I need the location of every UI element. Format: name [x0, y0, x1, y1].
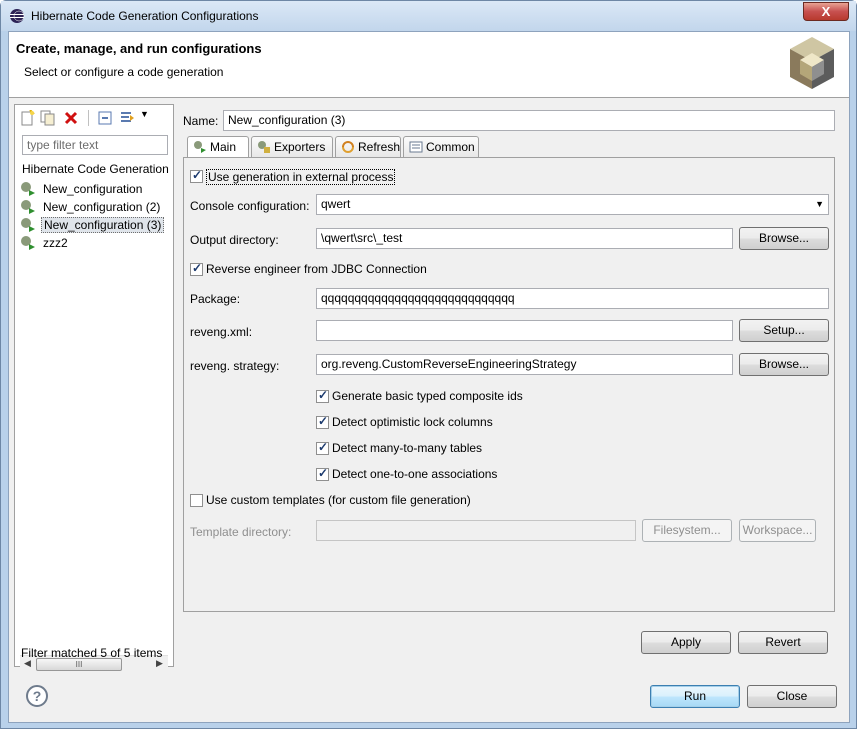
refresh-tab-icon — [342, 141, 354, 153]
template-directory-label: Template directory: — [190, 525, 292, 539]
common-tab-icon — [409, 141, 423, 153]
filter-icon[interactable] — [119, 110, 135, 126]
use-external-process-checkbox[interactable] — [190, 168, 203, 183]
package-field[interactable]: qqqqqqqqqqqqqqqqqqqqqqqqqqqqq — [316, 288, 829, 309]
tree-item-new-configuration-3[interactable]: New_configuration (3) — [20, 216, 170, 234]
config-icon — [21, 200, 35, 214]
one-to-one-label[interactable]: Detect one-to-one associations — [332, 467, 497, 481]
many-to-many-checkbox[interactable] — [316, 440, 329, 455]
reveng-xml-field[interactable] — [316, 320, 733, 341]
dropdown-arrow-icon[interactable]: ▼ — [140, 109, 156, 125]
output-directory-field[interactable]: \qwert\src\_test — [316, 228, 733, 249]
tab-main[interactable]: Main — [187, 136, 249, 159]
collapse-all-icon[interactable] — [97, 110, 113, 126]
dialog-header: Create, manage, and run configurations S… — [9, 32, 849, 98]
filter-input[interactable] — [22, 135, 168, 155]
apply-button[interactable]: Apply — [641, 631, 731, 654]
reverse-engineer-label[interactable]: Reverse engineer from JDBC Connection — [206, 262, 427, 276]
toolbar-separator — [88, 110, 89, 126]
template-directory-field[interactable] — [316, 520, 636, 541]
eclipse-app-icon — [10, 9, 25, 23]
console-configuration-select[interactable]: qwert ▼ — [316, 194, 829, 215]
tree-root-hibernate-code-generation[interactable]: Hibernate Code Generation — [22, 162, 169, 176]
config-tabs: Main Exporters Refresh Common — [183, 136, 843, 159]
tree-item-zzz2[interactable]: zzz2 — [20, 234, 170, 252]
tab-common[interactable]: Common — [403, 136, 479, 158]
name-input[interactable]: New_configuration (3) — [223, 110, 835, 131]
help-icon[interactable]: ? — [26, 685, 48, 707]
dialog-client-area: Create, manage, and run configurations S… — [8, 31, 850, 723]
optimistic-lock-label[interactable]: Detect optimistic lock columns — [332, 415, 493, 429]
console-configuration-label: Console configuration: — [190, 199, 310, 213]
composite-ids-checkbox[interactable] — [316, 388, 329, 403]
reveng-strategy-field[interactable]: org.reveng.CustomReverseEngineeringStrat… — [316, 354, 733, 375]
optimistic-lock-checkbox[interactable] — [316, 414, 329, 429]
filter-status-text: Filter matched 5 of 5 items — [21, 646, 163, 660]
title-bar[interactable]: Hibernate Code Generation Configurations… — [1, 1, 856, 31]
close-button[interactable]: Close — [747, 685, 837, 708]
main-tab-content: Use generation in external process Conso… — [183, 157, 835, 612]
main-tab-icon — [194, 141, 206, 153]
custom-templates-checkbox[interactable] — [190, 494, 203, 507]
custom-templates-label[interactable]: Use custom templates (for custom file ge… — [206, 493, 471, 507]
setup-button[interactable]: Setup... — [739, 319, 829, 342]
reverse-engineer-checkbox[interactable] — [190, 261, 203, 276]
config-icon — [21, 236, 35, 250]
reveng-xml-label: reveng.xml: — [190, 325, 253, 339]
dialog-window: Hibernate Code Generation Configurations… — [0, 0, 857, 729]
revert-button[interactable]: Revert — [738, 631, 828, 654]
header-subtitle: Select or configure a code generation — [24, 65, 224, 79]
name-label: Name: — [183, 114, 219, 128]
output-browse-button[interactable]: Browse... — [739, 227, 829, 250]
tab-refresh[interactable]: Refresh — [335, 136, 401, 158]
composite-ids-label[interactable]: Generate basic typed composite ids — [332, 389, 523, 403]
window-close-button[interactable]: X — [803, 2, 849, 21]
one-to-one-checkbox[interactable] — [316, 466, 329, 481]
config-icon — [21, 182, 35, 196]
window-title: Hibernate Code Generation Configurations — [31, 9, 259, 23]
use-external-process-label[interactable]: Use generation in external process — [206, 169, 396, 185]
output-directory-label: Output directory: — [190, 233, 279, 247]
filesystem-button[interactable]: Filesystem... — [642, 519, 732, 542]
package-label: Package: — [190, 292, 241, 306]
exporters-tab-icon — [258, 141, 270, 153]
many-to-many-label[interactable]: Detect many-to-many tables — [332, 441, 482, 455]
tree-item-new-configuration-2[interactable]: New_configuration (2) — [20, 198, 170, 216]
workspace-button[interactable]: Workspace... — [739, 519, 816, 542]
tab-exporters[interactable]: Exporters — [251, 136, 333, 158]
chevron-down-icon: ▼ — [815, 199, 824, 209]
tree-item-new-configuration[interactable]: New_configuration — [20, 180, 170, 198]
header-title: Create, manage, and run configurations — [16, 41, 262, 56]
reveng-strategy-label: reveng. strategy: — [190, 359, 280, 373]
config-icon — [21, 218, 35, 232]
new-config-icon[interactable] — [20, 110, 36, 126]
run-button[interactable]: Run — [650, 685, 740, 708]
hibernate-logo-icon — [790, 37, 834, 89]
delete-icon[interactable] — [63, 110, 79, 126]
duplicate-icon[interactable] — [40, 110, 56, 126]
strategy-browse-button[interactable]: Browse... — [739, 353, 829, 376]
configurations-panel: ▼ Hibernate Code Generation New_configur… — [14, 104, 174, 672]
configurations-toolbar: ▼ — [15, 105, 173, 131]
